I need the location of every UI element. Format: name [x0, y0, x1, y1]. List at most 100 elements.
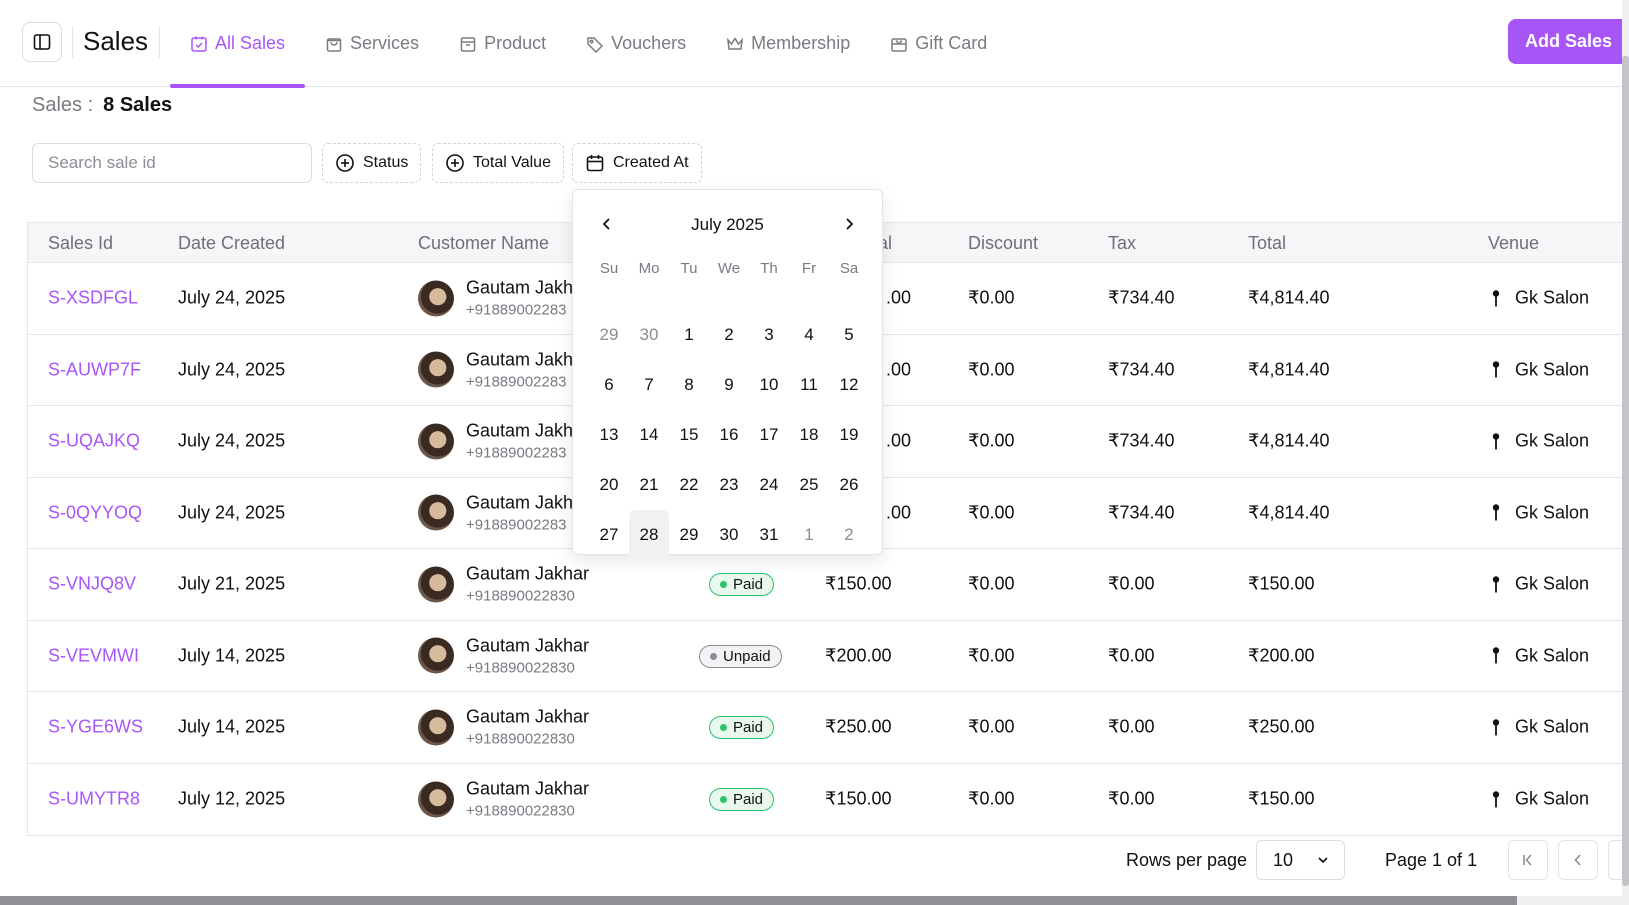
weekday-label: Sa: [839, 260, 859, 277]
subtotal-cell: ₹150.00: [825, 788, 892, 809]
col-customer-name[interactable]: Customer Name: [418, 233, 549, 254]
table-row[interactable]: S-VEVMWI July 14, 2025 Gautam Jakhar +91…: [28, 621, 1629, 692]
status-filter-button[interactable]: Status: [322, 143, 422, 183]
sale-id-link[interactable]: S-UQAJKQ: [48, 431, 140, 452]
sale-id-link[interactable]: S-VEVMWI: [48, 645, 139, 666]
calendar-day[interactable]: 13: [589, 410, 629, 460]
tab-services[interactable]: Services: [305, 0, 439, 87]
created-at-filter-button[interactable]: Created At: [572, 143, 702, 183]
calendar-day[interactable]: 29: [589, 310, 629, 360]
vertical-scrollbar-thumb[interactable]: [1622, 56, 1629, 886]
calendar-day[interactable]: 5: [829, 310, 869, 360]
calendar-day[interactable]: 30: [709, 510, 749, 560]
calendar-day[interactable]: 22: [669, 460, 709, 510]
calendar-day[interactable]: 31: [749, 510, 789, 560]
discount-cell: ₹0.00: [968, 573, 1015, 594]
first-page-button[interactable]: [1508, 840, 1548, 880]
total-value-filter-button[interactable]: Total Value: [432, 143, 564, 183]
title-divider: [159, 26, 160, 58]
next-page-button[interactable]: [1608, 840, 1622, 880]
sale-id-link[interactable]: S-0QYYOQ: [48, 502, 142, 523]
total-cell: ₹200.00: [1248, 645, 1315, 666]
calendar-day[interactable]: 8: [669, 360, 709, 410]
sale-id-link[interactable]: S-UMYTR8: [48, 789, 140, 810]
calendar-day[interactable]: 2: [829, 510, 869, 560]
sale-id-link[interactable]: S-XSDFGL: [48, 288, 138, 309]
avatar: [418, 709, 454, 746]
table-row[interactable]: S-YGE6WS July 14, 2025 Gautam Jakhar +91…: [28, 692, 1629, 764]
table-row[interactable]: S-UMYTR8 July 12, 2025 Gautam Jakhar +91…: [28, 764, 1629, 836]
horizontal-scrollbar[interactable]: [0, 896, 1629, 905]
horizontal-scrollbar-thumb[interactable]: [0, 896, 1517, 905]
sales-summary-label: Sales :: [32, 94, 94, 116]
tab-label: Vouchers: [611, 33, 687, 53]
calendar-day[interactable]: 27: [589, 510, 629, 560]
calendar-day[interactable]: 15: [669, 410, 709, 460]
bag-icon: [326, 37, 342, 52]
calendar-day[interactable]: 24: [749, 460, 789, 510]
status-filter-label: Status: [363, 154, 409, 171]
calendar-day[interactable]: 16: [709, 410, 749, 460]
col-date-created[interactable]: Date Created: [178, 233, 285, 254]
col-total[interactable]: Total: [1248, 233, 1286, 254]
chevron-right-icon: [846, 218, 854, 230]
col-venue[interactable]: Venue: [1488, 233, 1539, 254]
calendar-day[interactable]: 25: [789, 460, 829, 510]
col-sales-id[interactable]: Sales Id: [48, 233, 113, 254]
rows-per-page-select[interactable]: 10: [1256, 840, 1345, 880]
top-header: Sales All Sales Services Product Voucher…: [0, 0, 1629, 88]
date-created-cell: July 24, 2025: [178, 430, 286, 451]
search-input[interactable]: [32, 143, 312, 183]
avatar: [418, 637, 454, 674]
calendar-day[interactable]: 29: [669, 510, 709, 560]
calendar-day[interactable]: 1: [789, 510, 829, 560]
calendar-day[interactable]: 9: [709, 360, 749, 410]
calendar-day[interactable]: 2: [709, 310, 749, 360]
sidebar-toggle-button[interactable]: [22, 22, 62, 62]
calendar-day[interactable]: 7: [629, 360, 669, 410]
col-tax[interactable]: Tax: [1108, 233, 1136, 254]
calendar-day[interactable]: 11: [789, 360, 829, 410]
pin-icon: [1492, 791, 1500, 808]
status-label: Paid: [733, 719, 764, 737]
tab-membership[interactable]: Membership: [706, 0, 870, 87]
calendar-day[interactable]: 10: [749, 360, 789, 410]
date-created-cell: July 24, 2025: [178, 287, 286, 308]
tab-vouchers[interactable]: Vouchers: [566, 0, 706, 87]
sale-id-link[interactable]: S-VNJQ8V: [48, 574, 136, 595]
customer-name: Gautam Jakhar: [466, 778, 590, 799]
plus-circle-icon: [336, 154, 354, 172]
discount-cell: ₹0.00: [968, 430, 1015, 451]
sale-id-link[interactable]: S-AUWP7F: [48, 359, 141, 380]
add-sales-button[interactable]: Add Sales: [1508, 19, 1629, 64]
tab-product[interactable]: Product: [439, 0, 566, 87]
calendar-day[interactable]: 3: [749, 310, 789, 360]
vertical-scrollbar[interactable]: [1622, 0, 1629, 896]
discount-cell: ₹0.00: [968, 502, 1015, 523]
sale-id-link[interactable]: S-YGE6WS: [48, 717, 143, 738]
calendar-day[interactable]: 23: [709, 460, 749, 510]
previous-page-button[interactable]: [1558, 840, 1598, 880]
weekday-label: We: [717, 260, 741, 277]
calendar-day[interactable]: 20: [589, 460, 629, 510]
calendar-day[interactable]: 1: [669, 310, 709, 360]
customer-phone: +91889002283: [466, 516, 567, 534]
calendar-day[interactable]: 26: [829, 460, 869, 510]
calendar-day[interactable]: 12: [829, 360, 869, 410]
calendar-day[interactable]: 4: [789, 310, 829, 360]
calendar-day[interactable]: 14: [629, 410, 669, 460]
calendar-day[interactable]: 17: [749, 410, 789, 460]
tab-all-sales[interactable]: All Sales: [170, 0, 306, 88]
calendar-day[interactable]: 19: [829, 410, 869, 460]
calendar-day[interactable]: 21: [629, 460, 669, 510]
gift-card-icon: [891, 37, 907, 52]
tab-gift-card[interactable]: Gift Card: [870, 0, 1007, 87]
calendar-day[interactable]: 18: [789, 410, 829, 460]
col-discount[interactable]: Discount: [968, 233, 1038, 254]
calendar-day-today[interactable]: 28: [629, 510, 669, 560]
calendar-day[interactable]: 6: [589, 360, 629, 410]
discount-cell: ₹0.00: [968, 716, 1015, 737]
next-month-button[interactable]: [835, 210, 863, 238]
subtotal-cell: .00: [886, 287, 912, 308]
calendar-day[interactable]: 30: [629, 310, 669, 360]
